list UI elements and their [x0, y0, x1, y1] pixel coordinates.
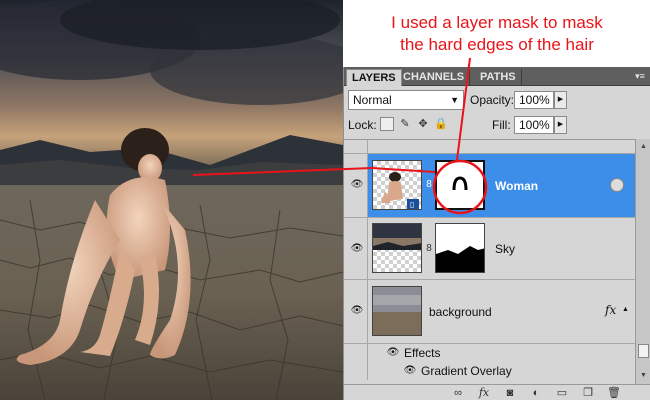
effect-gradient-overlay: Gradient Overlay: [421, 364, 512, 378]
visibility-column: 👁: [344, 218, 368, 279]
effects-row[interactable]: 👁 Effects: [344, 344, 635, 362]
blend-mode-value: Normal: [353, 93, 392, 107]
layers-list: 👁 ▯ 8 Woman �: [344, 139, 635, 384]
lock-fill-row: Lock: ✎ ✥ 🔒 Fill: 100% ▶: [344, 114, 650, 136]
layers-scrollbar[interactable]: ▲ ▼: [635, 139, 650, 384]
tab-layers[interactable]: LAYERS: [346, 69, 402, 86]
layer-name-background[interactable]: background: [429, 305, 492, 319]
scroll-up-icon[interactable]: ▲: [638, 141, 649, 152]
layer-row-background[interactable]: 👁 background fx ▲: [344, 280, 635, 344]
opacity-slider-button[interactable]: ▶: [554, 91, 567, 109]
visibility-column: [344, 362, 368, 380]
fx-icon[interactable]: fx: [605, 303, 616, 317]
layer-name-woman[interactable]: Woman: [495, 179, 538, 193]
layer-mask-thumbnail-woman[interactable]: [435, 160, 485, 210]
eye-icon[interactable]: 👁: [348, 176, 366, 194]
blend-mode-select[interactable]: Normal ▼: [348, 90, 464, 110]
sky-thumbnail-image: [373, 224, 421, 250]
visibility-column: [344, 344, 368, 362]
new-layer-icon[interactable]: ❐: [580, 386, 596, 400]
mask-preview: [436, 224, 484, 272]
mask-link-icon[interactable]: 8: [425, 178, 433, 192]
layers-panel: LAYERS CHANNELS PATHS ▾≡ Normal ▼ Opacit…: [343, 67, 650, 400]
chevron-down-icon: ▼: [450, 95, 459, 105]
fx-icon[interactable]: fx: [476, 386, 492, 400]
tab-channels[interactable]: CHANNELS: [398, 69, 471, 86]
lock-paint-icon[interactable]: ✎: [398, 117, 412, 131]
annotation-callout: I used a layer mask to mask the hard edg…: [352, 12, 642, 56]
lock-transparent-icon[interactable]: [380, 117, 394, 131]
lock-label: Lock:: [348, 118, 377, 132]
layer-thumbnail-sky[interactable]: [372, 223, 422, 273]
blend-opacity-row: Normal ▼ Opacity: 100% ▶: [344, 89, 650, 111]
lock-all-icon[interactable]: 🔒: [434, 117, 448, 131]
add-mask-icon[interactable]: ◙: [502, 386, 518, 400]
eye-icon[interactable]: 👁: [401, 362, 419, 380]
effects-label: Effects: [404, 346, 441, 360]
panel-menu-icon[interactable]: ▾≡: [633, 70, 647, 82]
lock-move-icon[interactable]: ✥: [416, 117, 430, 131]
group-folder-icon[interactable]: ▭: [554, 386, 570, 400]
tab-paths[interactable]: PATHS: [475, 69, 522, 86]
eye-icon[interactable]: 👁: [348, 302, 366, 320]
layer-row-woman[interactable]: 👁 ▯ 8 Woman: [344, 154, 635, 218]
eye-icon[interactable]: 👁: [384, 344, 402, 362]
panel-footer: ∞ fx ◙ ◐ ▭ ❐ 🗑: [344, 384, 650, 400]
chevron-up-icon[interactable]: ▲: [622, 306, 629, 313]
layer-thumbnail-woman[interactable]: ▯: [372, 160, 422, 210]
layer-row-partial[interactable]: [344, 140, 635, 154]
layer-mask-thumbnail-sky[interactable]: [435, 223, 485, 273]
annotation-line-1: I used a layer mask to mask: [391, 13, 603, 32]
fill-label: Fill:: [492, 118, 511, 132]
visibility-column: 👁: [344, 280, 368, 343]
visibility-column: [344, 140, 368, 153]
eye-icon[interactable]: 👁: [348, 240, 366, 258]
background-thumbnail-image: [373, 287, 421, 335]
fill-field[interactable]: 100%: [514, 116, 554, 134]
scroll-thumb[interactable]: [638, 344, 649, 358]
adjustment-layer-icon[interactable]: ◐: [528, 386, 544, 400]
opacity-label: Opacity:: [470, 93, 515, 107]
mask-link-icon[interactable]: 8: [425, 242, 433, 256]
scroll-down-icon[interactable]: ▼: [638, 370, 649, 381]
effect-item-row[interactable]: 👁 Gradient Overlay: [344, 362, 635, 380]
opacity-field[interactable]: 100%: [514, 91, 554, 109]
visibility-column: 👁: [344, 154, 368, 217]
woman-thumbnail-image: ▯: [381, 172, 419, 209]
panel-tab-bar: LAYERS CHANNELS PATHS ▾≡: [344, 67, 650, 86]
layer-name-sky[interactable]: Sky: [495, 242, 515, 256]
fill-slider-button[interactable]: ▶: [554, 116, 567, 134]
smart-object-icon: [610, 178, 624, 192]
svg-text:▯: ▯: [410, 200, 414, 209]
artwork-illustration: [0, 0, 343, 400]
artwork-canvas: [0, 0, 343, 400]
trash-icon[interactable]: 🗑: [606, 386, 622, 400]
link-layers-icon[interactable]: ∞: [450, 386, 466, 400]
mask-preview: [452, 176, 468, 191]
layer-thumbnail-background[interactable]: [372, 286, 422, 336]
layer-row-sky[interactable]: 👁 8 Sky: [344, 218, 635, 280]
annotation-line-2: the hard edges of the hair: [400, 35, 594, 54]
